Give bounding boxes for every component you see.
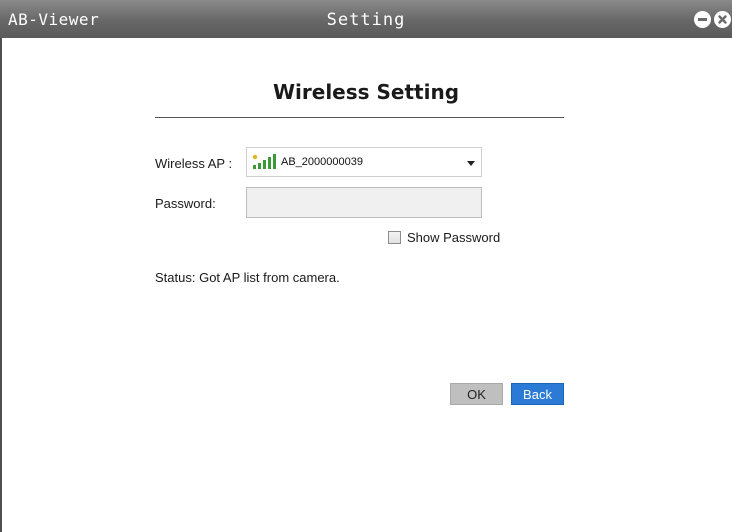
wifi-signal-icon bbox=[252, 154, 276, 169]
page-title: Wireless Setting bbox=[272, 80, 460, 104]
close-icon[interactable] bbox=[714, 11, 731, 28]
ok-button[interactable]: OK bbox=[450, 383, 503, 405]
wireless-ap-label: Wireless AP : bbox=[155, 156, 233, 171]
divider bbox=[155, 117, 564, 118]
chevron-down-icon[interactable] bbox=[467, 161, 475, 166]
password-label: Password: bbox=[155, 196, 216, 211]
wireless-ap-value: AB_2000000039 bbox=[281, 156, 363, 168]
back-button[interactable]: Back bbox=[511, 383, 564, 405]
window-title: Setting bbox=[326, 10, 406, 30]
minimize-icon[interactable] bbox=[694, 11, 711, 28]
status-text: Status: Got AP list from camera. bbox=[155, 270, 340, 285]
wireless-ap-select[interactable]: AB_2000000039 bbox=[246, 147, 482, 177]
password-field[interactable] bbox=[246, 187, 482, 218]
title-bar: AB-Viewer Setting bbox=[0, 0, 732, 38]
show-password-label[interactable]: Show Password bbox=[407, 230, 500, 245]
show-password-checkbox[interactable] bbox=[388, 231, 401, 244]
window-border bbox=[0, 38, 2, 532]
